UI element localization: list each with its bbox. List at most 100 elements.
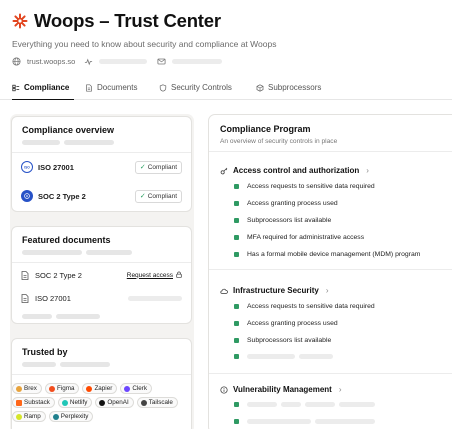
page-title: Woops – Trust Center <box>34 10 221 31</box>
placeholder-bar <box>86 250 132 255</box>
info-icon <box>220 385 228 394</box>
page-header: Woops – Trust Center Everything you need… <box>12 10 452 66</box>
compliance-row-iso[interactable]: ISO ISO 27001 ✓ Compliant <box>21 159 182 175</box>
placeholder-row <box>22 362 110 367</box>
aicpa-soc-icon <box>21 190 33 202</box>
placeholder-bar <box>339 402 375 407</box>
key-icon <box>220 167 228 175</box>
section-header[interactable]: Access control and authorization › <box>220 166 452 175</box>
placeholder-bar <box>247 354 295 359</box>
section-header[interactable]: Infrastructure Security › <box>220 286 452 295</box>
status-badge: ✓ Compliant <box>134 189 182 203</box>
control-label: Access requests to sensitive data requir… <box>247 303 375 310</box>
request-access-link[interactable]: Request access <box>127 271 182 280</box>
tab-compliance[interactable]: Compliance <box>12 83 69 92</box>
placeholder-bar <box>299 354 333 359</box>
logo-chip-figma: Figma <box>44 383 80 394</box>
divider <box>12 152 191 153</box>
control-item: Access requests to sensitive data requir… <box>234 183 375 190</box>
company-name: Brex <box>24 385 37 392</box>
clerk-icon <box>124 385 131 392</box>
tab-bar: Compliance Documents Security Controls S… <box>0 78 452 100</box>
card-title: Featured documents <box>22 235 111 245</box>
control-item-loading <box>234 419 375 424</box>
divider <box>209 373 452 374</box>
divider <box>209 269 452 270</box>
page-subtitle: Everything you need to know about securi… <box>12 39 277 49</box>
globe-icon <box>12 57 21 66</box>
perplexity-icon <box>52 413 59 420</box>
netlify-icon <box>61 399 68 406</box>
control-item: Access granting process used <box>234 320 338 327</box>
control-label: Access granting process used <box>247 320 338 327</box>
card-title: Compliance overview <box>22 125 115 135</box>
featured-documents-card: Featured documents SOC 2 Type 2 Request … <box>11 226 192 324</box>
placeholder-row <box>22 250 132 255</box>
control-item-loading <box>234 402 375 407</box>
tab-subprocessors[interactable]: Subprocessors <box>256 83 321 92</box>
logo-chip-substack: Substack <box>12 397 55 408</box>
tab-documents[interactable]: Documents <box>85 83 137 92</box>
status-square-icon <box>234 252 239 257</box>
placeholder-bar <box>305 402 335 407</box>
compliance-name: SOC 2 Type 2 <box>38 191 86 201</box>
status-square-icon <box>234 354 239 359</box>
status-square-icon <box>234 184 239 189</box>
document-row-soc2[interactable]: SOC 2 Type 2 Request access <box>21 268 182 282</box>
tab-security-controls[interactable]: Security Controls <box>159 83 232 92</box>
placeholder-bar <box>60 362 110 367</box>
logo-chip-netlify: Netlify <box>57 397 93 408</box>
company-name: Zapier <box>94 385 113 392</box>
placeholder-bar <box>56 314 100 319</box>
logo-chip-ramp: Ramp <box>12 411 46 422</box>
brand: Woops – Trust Center <box>12 10 452 32</box>
logo-chip-zapier: Zapier <box>82 383 118 394</box>
control-label: Access requests to sensitive data requir… <box>247 183 375 190</box>
cloud-icon <box>220 287 228 295</box>
placeholder-bar <box>172 59 223 64</box>
tab-label: Compliance <box>24 83 70 92</box>
chevron-right-icon: › <box>366 166 369 175</box>
document-icon <box>85 83 93 92</box>
company-name: Netlify <box>69 399 88 406</box>
chevron-right-icon: › <box>325 286 329 295</box>
status-square-icon <box>234 304 239 309</box>
status-square-icon <box>234 402 239 407</box>
section-header[interactable]: Vulnerability Management › <box>220 385 452 394</box>
control-label: Has a formal mobile device management (M… <box>247 251 421 258</box>
check-icon: ✓ <box>139 164 146 171</box>
shield-icon <box>159 83 167 92</box>
status-square-icon <box>234 321 239 326</box>
customer-logos: Brex Figma Zapier Clerk Substack Netlify… <box>12 383 184 422</box>
compliance-name: ISO 27001 <box>38 162 74 172</box>
placeholder-row <box>22 140 114 145</box>
control-item: Subprocessors list available <box>234 337 331 344</box>
woops-logo-icon <box>12 13 28 29</box>
tab-label: Documents <box>97 83 138 92</box>
control-item: MFA required for administrative access <box>234 234 364 241</box>
panel-subtitle: An overview of security controls in plac… <box>220 138 338 145</box>
section-vulnerability-management: Vulnerability Management › <box>220 385 452 424</box>
control-item: Subprocessors list available <box>234 217 331 224</box>
placeholder-bar <box>247 402 277 407</box>
section-title: Access control and authorization <box>233 166 360 175</box>
status-square-icon <box>234 201 239 206</box>
divider <box>12 374 191 375</box>
logo-chip-perplexity: Perplexity <box>48 411 94 422</box>
header-meta: trust.woops.so <box>12 57 452 66</box>
control-item: Has a formal mobile device management (M… <box>234 251 420 258</box>
control-label: MFA required for administrative access <box>247 234 365 241</box>
status-square-icon <box>234 338 239 343</box>
divider <box>12 262 191 263</box>
document-row-iso[interactable]: ISO 27001 <box>21 291 182 305</box>
logo-chip-brex: Brex <box>12 383 42 394</box>
compliance-overview-card: Compliance overview ISO ISO 27001 ✓ Comp… <box>11 116 192 212</box>
mail-icon <box>157 57 166 66</box>
logo-chip-clerk: Clerk <box>120 383 153 394</box>
placeholder-bar <box>247 419 311 424</box>
website-link[interactable]: trust.woops.so <box>27 57 75 66</box>
control-label: Subprocessors list available <box>247 337 332 344</box>
company-name: OpenAI <box>107 399 129 406</box>
compliance-row-soc2[interactable]: SOC 2 Type 2 ✓ Compliant <box>21 188 182 204</box>
check-icon: ✓ <box>139 193 146 200</box>
